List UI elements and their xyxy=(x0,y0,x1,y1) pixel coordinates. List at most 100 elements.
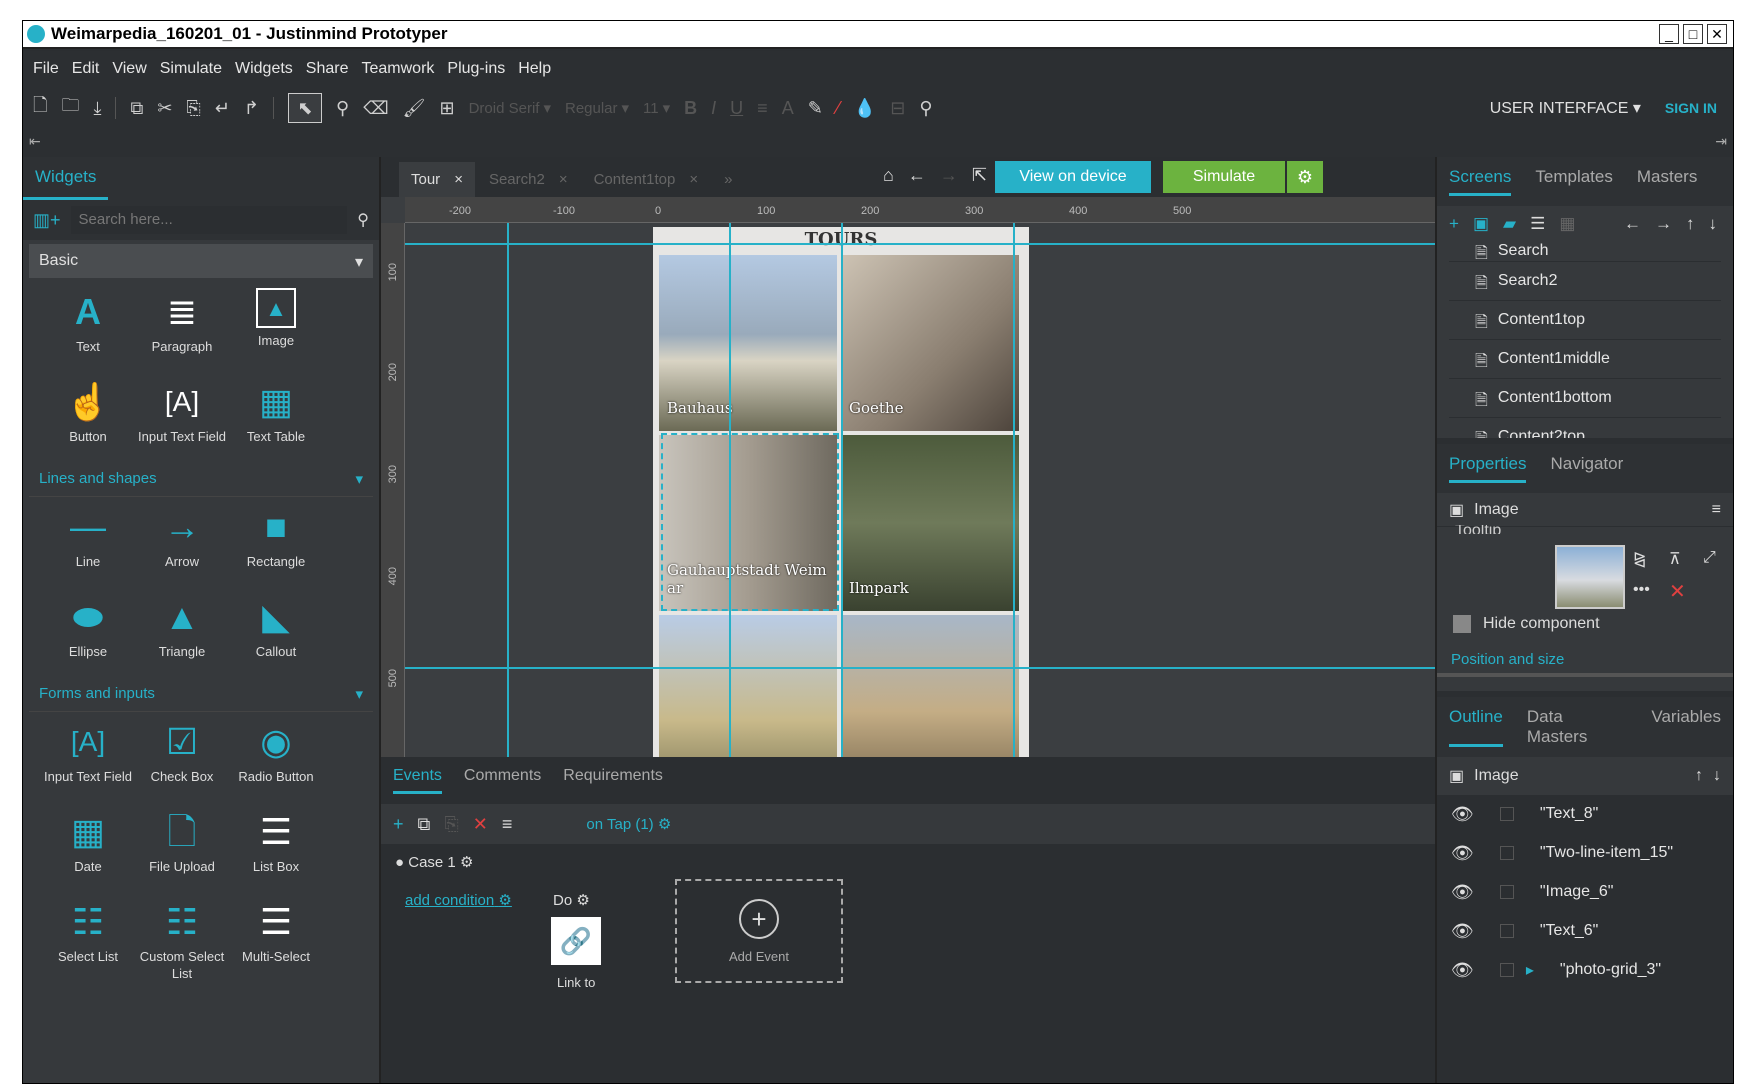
tab-search2[interactable]: Search2 × xyxy=(477,162,580,197)
move-left-icon[interactable]: ← xyxy=(1624,214,1641,234)
widget-callout[interactable]: ◣ Callout xyxy=(229,593,323,677)
eye-icon[interactable]: 👁 xyxy=(1451,843,1474,864)
menu-file[interactable]: File xyxy=(33,60,59,78)
tab-data-masters[interactable]: Data Masters xyxy=(1527,707,1628,747)
screen-item[interactable]: 🗎 Search xyxy=(1449,242,1721,262)
widget-radio-button[interactable]: ◉ Radio Button xyxy=(229,718,323,802)
hide-component-row[interactable]: Hide component xyxy=(1453,615,1600,633)
more-icon[interactable]: ••• xyxy=(1633,581,1650,599)
widget-image[interactable]: ▲ Image xyxy=(229,288,323,372)
close-button[interactable]: ✕ xyxy=(1707,24,1727,44)
screen-item[interactable]: 🗎 Content1top xyxy=(1449,301,1721,340)
screen-item[interactable]: 🗎 Content2top xyxy=(1449,418,1721,438)
tab-properties[interactable]: Properties xyxy=(1449,454,1527,483)
gear-icon[interactable]: ⚙ xyxy=(576,892,589,909)
outline-item[interactable]: 👁 ▸ "photo-grid_3" xyxy=(1437,951,1715,990)
pen-icon[interactable]: ✎ xyxy=(808,98,823,119)
widget-arrow[interactable]: → Arrow xyxy=(135,503,229,587)
collapse-right-icon[interactable]: ⇥ xyxy=(1715,133,1727,150)
section-lines-shapes[interactable]: Lines and shapes ▾ xyxy=(29,462,373,497)
underline-icon[interactable]: U xyxy=(730,98,743,119)
eye-icon[interactable]: 👁 xyxy=(1451,804,1474,825)
guide-line[interactable] xyxy=(405,667,1435,669)
widget-text-table[interactable]: ▦ Text Table xyxy=(229,378,323,462)
guide-line[interactable] xyxy=(507,223,509,757)
maximize-button[interactable]: □ xyxy=(1683,24,1703,44)
widget-search-input[interactable]: Search here... xyxy=(70,206,348,234)
flip-horizontal-icon[interactable]: ⧎ xyxy=(1633,549,1646,569)
eye-icon[interactable]: 👁 xyxy=(1451,921,1474,942)
sign-in-button[interactable]: SIGN IN xyxy=(1665,100,1717,116)
outline-item[interactable]: 👁 "Two-line-item_15" xyxy=(1437,834,1715,873)
copy-icon[interactable]: ⧉ xyxy=(130,98,143,119)
menu-icon[interactable]: ≡ xyxy=(502,814,513,835)
photo-palace[interactable] xyxy=(659,615,837,757)
mode-select[interactable]: USER INTERFACE ▾ xyxy=(1490,98,1641,118)
guide-line[interactable] xyxy=(1013,223,1015,757)
font-color-icon[interactable]: A xyxy=(782,98,794,119)
widget-check-box[interactable]: ☑ Check Box xyxy=(135,718,229,802)
bold-icon[interactable]: B xyxy=(684,98,697,119)
widget-multi-select[interactable]: ☰ Multi-Select xyxy=(229,898,323,982)
outline-item[interactable]: 👁 "Text_6" xyxy=(1437,912,1715,951)
format-painter-icon[interactable]: 🖌 xyxy=(403,98,426,119)
cut-icon[interactable]: ✂ xyxy=(157,98,172,119)
font-style-select[interactable]: Regular ▾ xyxy=(565,99,629,118)
move-right-icon[interactable]: → xyxy=(1655,214,1672,234)
tab-content1top[interactable]: Content1top × xyxy=(582,162,711,197)
fit-icon[interactable]: ⤢ xyxy=(1703,549,1716,567)
add-condition-link[interactable]: add condition ⚙ xyxy=(405,891,512,909)
undo-icon[interactable]: ↵ xyxy=(215,98,230,119)
line-color-icon[interactable]: ⁄ xyxy=(837,98,840,119)
image-screen-icon[interactable]: ▣ xyxy=(1473,214,1489,234)
tab-comments[interactable]: Comments xyxy=(464,767,541,794)
save-icon[interactable]: ⤓ xyxy=(93,98,101,119)
view-on-device-button[interactable]: View on device xyxy=(995,161,1151,193)
event-on-tap[interactable]: on Tap (1) ⚙ xyxy=(586,815,671,833)
selection-box[interactable] xyxy=(661,433,839,611)
menu-teamwork[interactable]: Teamwork xyxy=(362,60,435,78)
widget-file-upload[interactable]: 🗋 File Upload xyxy=(135,808,229,892)
remove-image-icon[interactable]: ✕ xyxy=(1669,579,1686,604)
menu-share[interactable]: Share xyxy=(306,60,349,78)
menu-view[interactable]: View xyxy=(112,60,146,78)
tab-requirements[interactable]: Requirements xyxy=(563,767,663,794)
move-down-icon[interactable]: ↓ xyxy=(1713,767,1721,785)
opacity-icon[interactable]: 💧 xyxy=(854,98,876,119)
home-icon[interactable]: ⌂ xyxy=(883,165,894,186)
widget-line[interactable]: — Line xyxy=(41,503,135,587)
widget-triangle[interactable]: ▲ Triangle xyxy=(135,593,229,677)
select-tool-icon[interactable]: ⬉ xyxy=(288,93,322,123)
simulate-settings-gear-icon[interactable]: ⚙ xyxy=(1287,161,1323,193)
case-row[interactable]: ● Case 1 ⚙ xyxy=(395,853,473,871)
paste-icon[interactable]: ⎘ xyxy=(186,98,200,119)
position-size-section[interactable]: Position and size xyxy=(1451,651,1564,668)
guide-line[interactable] xyxy=(405,243,1435,245)
tab-outline[interactable]: Outline xyxy=(1449,707,1503,747)
lock-checkbox[interactable] xyxy=(1499,807,1514,821)
font-size-select[interactable]: 11 ▾ xyxy=(643,99,670,118)
widget-input-text-field-2[interactable]: [A] Input Text Field xyxy=(41,718,135,802)
minimize-button[interactable]: _ xyxy=(1659,24,1679,44)
open-folder-icon[interactable]: 🗀 xyxy=(61,93,79,123)
menu-help[interactable]: Help xyxy=(518,60,551,78)
italic-icon[interactable]: I xyxy=(711,98,716,119)
screen-item[interactable]: 🗎 Search2 xyxy=(1449,262,1721,301)
tab-templates[interactable]: Templates xyxy=(1535,167,1612,196)
widget-list-box[interactable]: ☰ List Box xyxy=(229,808,323,892)
screen-item[interactable]: 🗎 Content1middle xyxy=(1449,340,1721,379)
options-menu-icon[interactable]: ≡ xyxy=(1712,501,1721,519)
folder-icon[interactable]: ▰ xyxy=(1503,214,1516,234)
photo-bauhaus[interactable]: Bauhaus xyxy=(659,255,837,431)
photo-goethe[interactable]: Goethe xyxy=(841,255,1019,431)
tab-events[interactable]: Events xyxy=(393,767,442,794)
link-to-action-icon[interactable]: 🔗 xyxy=(551,917,601,965)
tab-tour[interactable]: Tour × xyxy=(399,162,475,197)
collapse-icon[interactable]: ● xyxy=(395,854,404,871)
lock-checkbox[interactable] xyxy=(1499,846,1514,860)
design-canvas[interactable]: -200 -100 0 100 200 300 400 500 100 200 … xyxy=(381,197,1435,757)
paste-icon[interactable]: ⎘ xyxy=(444,814,458,835)
tab-navigator[interactable]: Navigator xyxy=(1550,454,1623,483)
widget-select-list[interactable]: ☷ Select List xyxy=(41,898,135,982)
outline-item[interactable]: 👁 "Text_8" xyxy=(1437,795,1715,834)
